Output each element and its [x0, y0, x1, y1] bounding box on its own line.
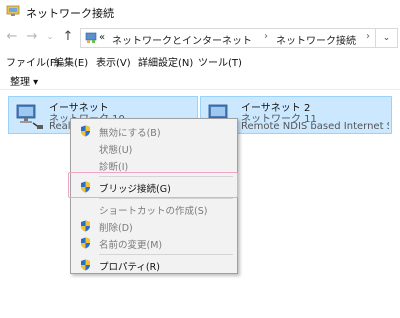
menu-separator [99, 254, 233, 255]
menu-view[interactable]: 表示(V) [96, 54, 131, 69]
uac-shield-icon [81, 237, 90, 249]
breadcrumb-overflow[interactable]: « [99, 32, 105, 43]
network-adapter-icon [16, 104, 43, 129]
menu-item-diagnose[interactable]: 診断(I) [71, 157, 237, 173]
navigation-bar: ← → ⌄ ↑ « ネットワークとインターネット › ネットワーク接続 › ⌄ [0, 24, 400, 52]
menu-item-label: 診断(I) [99, 162, 129, 173]
organize-button[interactable]: 整理 ▾ [10, 73, 38, 88]
menu-item-label: 名前の変更(M) [99, 240, 163, 251]
breadcrumb-network-connections[interactable]: ネットワーク接続 [276, 32, 356, 47]
adapter-device: Remote NDIS based Internet Shari... [241, 121, 389, 132]
command-bar: 整理 ▾ [0, 68, 400, 90]
menu-item-label: 無効にする(B) [99, 128, 161, 139]
back-arrow-icon[interactable]: ← [4, 28, 20, 46]
up-arrow-icon[interactable]: ↑ [60, 28, 76, 46]
menu-item-label: 状態(U) [99, 145, 133, 156]
window-title: ネットワーク接続 [26, 7, 114, 20]
adapter-device: Realt [49, 121, 71, 132]
menu-file[interactable]: ファイル(F) [6, 54, 60, 69]
recent-locations-chevron-icon[interactable]: ⌄ [42, 28, 58, 46]
control-panel-icon [85, 32, 97, 43]
bridge-highlight-box [68, 172, 238, 198]
menu-item-create-shortcut[interactable]: ショートカットの作成(S) [71, 201, 237, 217]
uac-shield-icon [81, 259, 90, 271]
menu-item-label: 削除(D) [99, 223, 133, 234]
menu-item-status[interactable]: 状態(U) [71, 140, 237, 156]
uac-shield-icon [81, 220, 90, 232]
menu-advanced[interactable]: 詳細設定(N) [138, 54, 193, 69]
menu-item-rename[interactable]: 名前の変更(M) [71, 235, 237, 251]
address-bar[interactable]: « ネットワークとインターネット › ネットワーク接続 › [80, 28, 376, 48]
menu-item-disable[interactable]: 無効にする(B) [71, 123, 237, 139]
menu-item-label: プロパティ(R) [99, 262, 160, 273]
forward-arrow-icon[interactable]: → [24, 28, 40, 46]
menu-edit[interactable]: 編集(E) [54, 54, 88, 69]
breadcrumb-separator-icon[interactable]: › [264, 31, 268, 42]
menu-tools[interactable]: ツール(T) [198, 54, 242, 69]
menu-item-properties[interactable]: プロパティ(R) [71, 257, 237, 273]
title-bar: ネットワーク接続 [0, 0, 400, 24]
menu-separator [99, 198, 233, 199]
breadcrumb-separator-icon[interactable]: › [366, 31, 370, 42]
menu-item-delete[interactable]: 削除(D) [71, 218, 237, 234]
network-connections-icon [6, 5, 20, 16]
address-dropdown-chevron-icon[interactable]: ⌄ [376, 28, 398, 48]
menu-bar: ファイル(F) 編集(E) 表示(V) 詳細設定(N) ツール(T) [0, 52, 400, 69]
menu-item-label: ショートカットの作成(S) [99, 206, 208, 217]
uac-shield-icon [81, 125, 90, 137]
breadcrumb-network-and-internet[interactable]: ネットワークとインターネット [112, 32, 252, 47]
